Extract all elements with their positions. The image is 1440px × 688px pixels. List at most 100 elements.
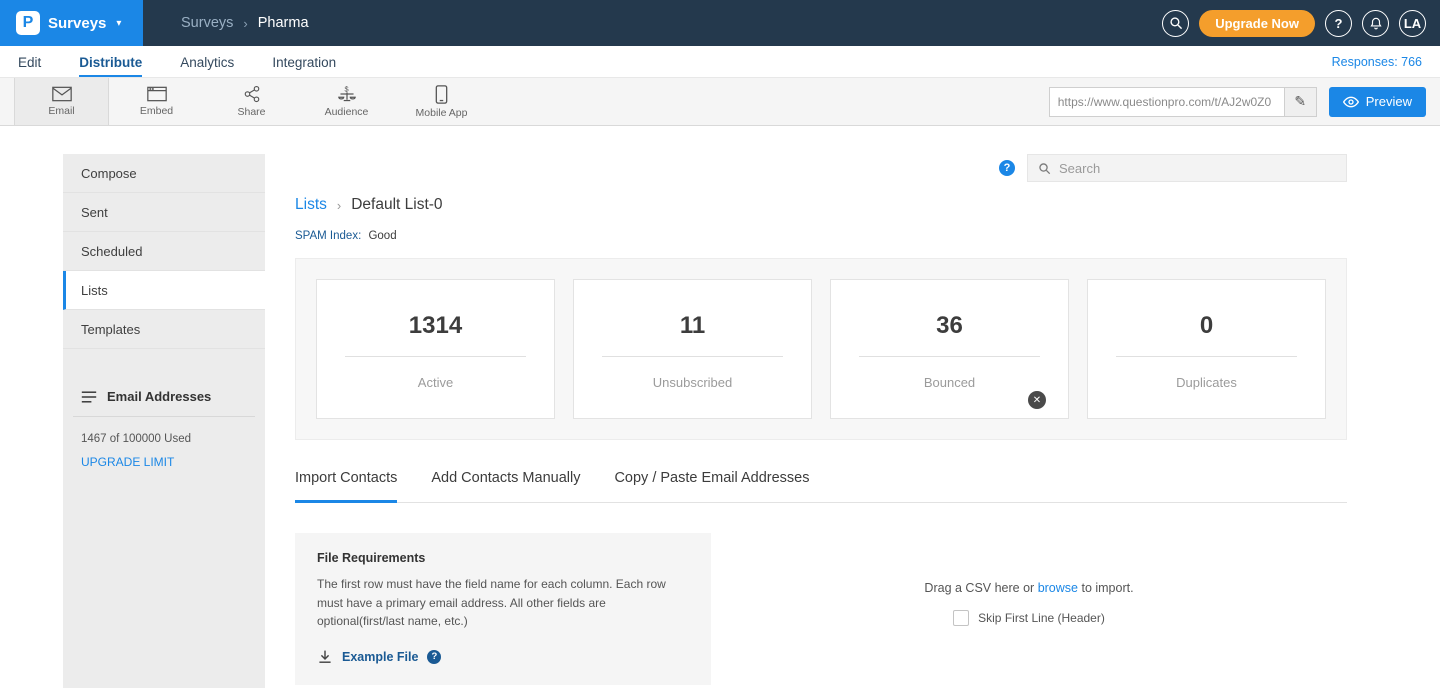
stat-label: Active bbox=[317, 375, 554, 390]
list-stats: 1314 Active 11 Unsubscribed 36 Bounced ✕… bbox=[295, 258, 1347, 440]
notifications-button[interactable] bbox=[1362, 10, 1389, 37]
email-addresses-section: Email Addresses 1467 of 100000 Used UPGR… bbox=[63, 377, 265, 479]
edit-url-button[interactable]: ✎ bbox=[1285, 87, 1317, 117]
product-name: Surveys bbox=[48, 15, 106, 32]
stat-card-unsubscribed[interactable]: 11 Unsubscribed bbox=[573, 279, 812, 419]
stat-value: 36 bbox=[831, 312, 1068, 340]
toolbar-item-share[interactable]: Share bbox=[204, 78, 299, 125]
skip-first-line-checkbox[interactable] bbox=[953, 610, 969, 626]
email-addresses-label: Email Addresses bbox=[107, 389, 211, 404]
survey-url-input[interactable] bbox=[1049, 87, 1285, 117]
tab-integration[interactable]: Integration bbox=[272, 49, 336, 77]
list-search-box bbox=[1027, 154, 1347, 182]
avatar[interactable]: LA bbox=[1399, 10, 1426, 37]
sidebar-item-compose[interactable]: Compose bbox=[63, 154, 265, 193]
stat-card-active[interactable]: 1314 Active bbox=[316, 279, 555, 419]
topbar-actions: Upgrade Now ? LA bbox=[1162, 10, 1440, 37]
skip-first-line-row: Skip First Line (Header) bbox=[953, 610, 1105, 626]
pencil-icon: ✎ bbox=[1294, 93, 1306, 110]
survey-nav-tabs: Edit Distribute Analytics Integration bbox=[18, 46, 336, 77]
tab-analytics[interactable]: Analytics bbox=[180, 49, 234, 77]
toolbar-item-embed[interactable]: Embed bbox=[109, 78, 204, 125]
eye-icon bbox=[1343, 96, 1359, 108]
sidebar-item-scheduled[interactable]: Scheduled bbox=[63, 232, 265, 271]
csv-drop-area[interactable]: Drag a CSV here or browse to import. Ski… bbox=[711, 533, 1347, 685]
toolbar-item-label: Mobile App bbox=[416, 107, 468, 119]
example-file-row: Example File ? bbox=[317, 649, 689, 665]
breadcrumb-separator-icon: › bbox=[243, 16, 247, 31]
stat-card-duplicates[interactable]: 0 Duplicates bbox=[1087, 279, 1326, 419]
tab-copy-paste-emails[interactable]: Copy / Paste Email Addresses bbox=[614, 470, 809, 502]
toolbar-item-label: Embed bbox=[140, 105, 173, 117]
example-file-link[interactable]: Example File bbox=[342, 650, 418, 664]
divider bbox=[1116, 356, 1296, 357]
stat-value: 0 bbox=[1088, 312, 1325, 340]
toolbar-item-label: Email bbox=[48, 105, 74, 117]
sidebar-item-lists[interactable]: Lists bbox=[63, 271, 265, 310]
help-button[interactable]: ? bbox=[1325, 10, 1352, 37]
share-icon bbox=[243, 85, 261, 103]
contacts-tabs: Import Contacts Add Contacts Manually Co… bbox=[295, 470, 1347, 503]
spam-index-label: SPAM Index: bbox=[295, 230, 361, 242]
upgrade-now-button[interactable]: Upgrade Now bbox=[1199, 10, 1315, 37]
sidebar-item-sent[interactable]: Sent bbox=[63, 193, 265, 232]
bell-icon bbox=[1369, 16, 1383, 30]
tab-import-contacts[interactable]: Import Contacts bbox=[295, 470, 397, 503]
toolbar-item-audience[interactable]: $ Audience bbox=[299, 78, 394, 125]
list-breadcrumb: Lists › Default List-0 bbox=[295, 196, 1347, 214]
spam-index-value: Good bbox=[368, 230, 396, 242]
import-content: File Requirements The first row must hav… bbox=[295, 533, 1347, 685]
tab-add-contacts-manually[interactable]: Add Contacts Manually bbox=[431, 470, 580, 502]
main-region: Compose Sent Scheduled Lists Templates E… bbox=[0, 126, 1440, 688]
embed-icon bbox=[147, 86, 167, 102]
chevron-down-icon: ▾ bbox=[116, 18, 121, 29]
toolbar-item-mobile-app[interactable]: Mobile App bbox=[394, 78, 489, 125]
email-sidebar: Compose Sent Scheduled Lists Templates E… bbox=[63, 154, 265, 688]
breadcrumb: Surveys › Pharma bbox=[181, 15, 309, 31]
breadcrumb-separator-icon: › bbox=[337, 198, 341, 213]
drag-csv-text: Drag a CSV here or browse to import. bbox=[924, 581, 1133, 595]
breadcrumb-current-list: Default List-0 bbox=[351, 196, 442, 214]
usage-text: 1467 of 100000 Used bbox=[63, 417, 265, 445]
stat-label: Unsubscribed bbox=[574, 375, 811, 390]
breadcrumb-surveys-link[interactable]: Surveys bbox=[181, 15, 233, 31]
search-icon bbox=[1169, 16, 1183, 30]
search-input[interactable] bbox=[1059, 161, 1336, 176]
breadcrumb-survey-name: Pharma bbox=[258, 15, 309, 31]
stat-value: 1314 bbox=[317, 312, 554, 340]
help-icon[interactable]: ? bbox=[427, 650, 441, 664]
stat-value: 11 bbox=[574, 312, 811, 340]
responses-count[interactable]: Responses: 766 bbox=[1332, 55, 1422, 77]
file-requirements-box: File Requirements The first row must hav… bbox=[295, 533, 711, 685]
mobile-app-icon bbox=[435, 85, 448, 104]
breadcrumb-lists-link[interactable]: Lists bbox=[295, 196, 327, 214]
close-icon: ✕ bbox=[1033, 395, 1041, 406]
stat-label: Duplicates bbox=[1088, 375, 1325, 390]
help-icon[interactable]: ? bbox=[999, 160, 1015, 176]
search-icon bbox=[1038, 162, 1051, 175]
distribute-toolbar: Email Embed Share $ Audience Mobile App … bbox=[0, 77, 1440, 126]
sidebar-item-templates[interactable]: Templates bbox=[63, 310, 265, 349]
preview-button[interactable]: Preview bbox=[1329, 87, 1426, 117]
audience-icon: $ bbox=[337, 85, 357, 103]
download-icon bbox=[317, 649, 333, 665]
upgrade-limit-link[interactable]: UPGRADE LIMIT bbox=[63, 445, 265, 479]
spam-index-row: SPAM Index: Good bbox=[295, 230, 1347, 242]
top-bar: P Surveys ▾ Surveys › Pharma Upgrade Now… bbox=[0, 0, 1440, 46]
stat-card-bounced[interactable]: 36 Bounced ✕ bbox=[830, 279, 1069, 419]
browse-link[interactable]: browse bbox=[1038, 581, 1078, 595]
email-icon bbox=[52, 86, 72, 102]
stat-label: Bounced bbox=[831, 375, 1068, 390]
lists-panel: ? Lists › Default List-0 SPAM Index: Goo… bbox=[265, 154, 1377, 688]
list-icon bbox=[81, 390, 97, 404]
divider bbox=[602, 356, 782, 357]
clear-bounced-button[interactable]: ✕ bbox=[1028, 391, 1046, 409]
svg-text:$: $ bbox=[344, 85, 348, 94]
survey-link-group: ✎ Preview bbox=[1049, 78, 1426, 125]
toolbar-item-email[interactable]: Email bbox=[14, 78, 109, 125]
search-button[interactable] bbox=[1162, 10, 1189, 37]
product-switcher[interactable]: P Surveys ▾ bbox=[0, 0, 143, 46]
tab-distribute[interactable]: Distribute bbox=[79, 49, 142, 77]
divider bbox=[859, 356, 1039, 357]
tab-edit[interactable]: Edit bbox=[18, 49, 41, 77]
